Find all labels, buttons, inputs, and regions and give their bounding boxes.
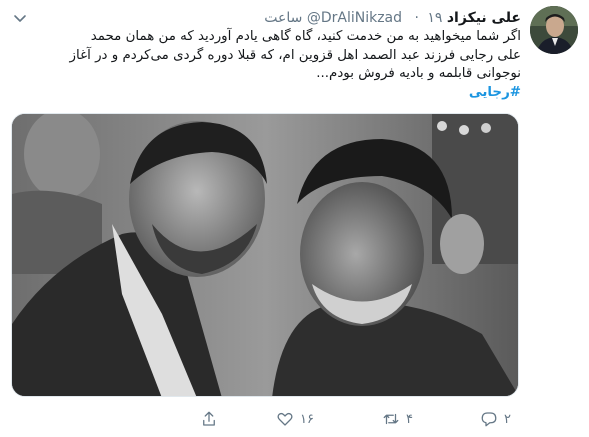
photo-image (12, 114, 518, 396)
tweet-actions: ۱۶ ۴ ۲ (198, 407, 528, 431)
retweet-icon (383, 413, 399, 425)
tweet-text-line: نوجوانی قابلمه و بادیه فروش بودم... (316, 66, 521, 81)
tweet-photo[interactable] (11, 113, 519, 397)
tweet-text-line: علی رجایی فرزند عبد الصمد اهل قزوین ام، … (69, 47, 521, 63)
heart-icon (277, 412, 293, 426)
share-icon (203, 411, 215, 426)
retweet-button[interactable]: ۴ (382, 407, 413, 431)
author-handle[interactable]: @DrAliNikzad (307, 10, 402, 26)
share-button[interactable] (200, 407, 218, 431)
retweet-count: ۴ (406, 411, 413, 427)
tweet-text-line: اگر شما میخواهید به من خدمت کنید، گاه گا… (90, 29, 521, 44)
chevron-down-icon[interactable] (12, 10, 28, 26)
tweet-header: علی نیکزاد @DrAliNikzad · ۱۹ ساعت (264, 8, 521, 28)
tweet-text: اگر شما میخواهید به من خدمت کنید، گاه گا… (61, 28, 521, 102)
reply-count: ۲ (504, 411, 511, 427)
like-count: ۱۶ (300, 411, 314, 427)
like-button[interactable]: ۱۶ (276, 407, 314, 431)
avatar-image (530, 6, 578, 54)
author-name[interactable]: علی نیکزاد (447, 10, 521, 26)
reply-icon (481, 412, 497, 427)
tweet: علی نیکزاد @DrAliNikzad · ۱۹ ساعت اگر شم… (0, 0, 589, 437)
separator-dot: · (414, 10, 419, 26)
reply-button[interactable]: ۲ (480, 407, 511, 431)
avatar[interactable] (530, 6, 578, 54)
hashtag-link[interactable]: #رجایی (61, 84, 521, 103)
